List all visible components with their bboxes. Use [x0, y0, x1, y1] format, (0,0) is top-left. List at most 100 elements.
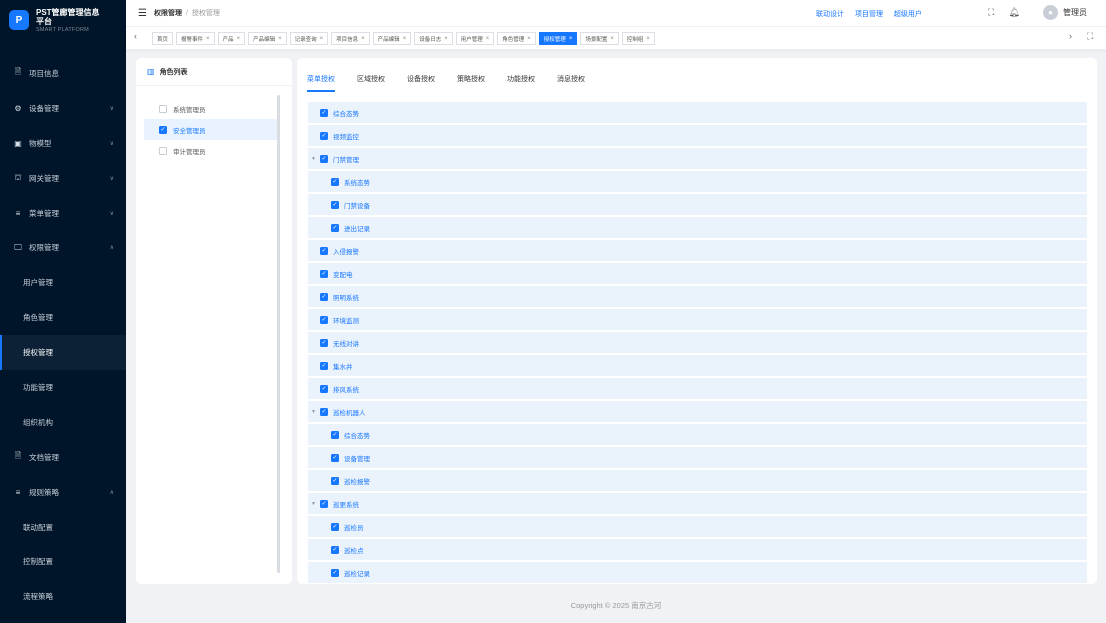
tab[interactable]: 项目信息 ×	[331, 32, 370, 45]
tab[interactable]: 授权管理 ×	[538, 32, 578, 45]
sidebar-item[interactable]: 🗎 文档管理	[0, 440, 126, 475]
sidebar-item[interactable]: 授权管理	[0, 335, 126, 371]
checkbox-checked-icon[interactable]: ✓	[320, 407, 328, 416]
checkbox-checked-icon[interactable]: ✓	[331, 476, 339, 485]
tree-node[interactable]: ▼ ✓ 巡检机器人	[308, 401, 1087, 422]
close-icon[interactable]: ×	[206, 36, 210, 42]
tree-node[interactable]: ✓ 巡检员	[308, 516, 1087, 537]
expand-arrow-icon[interactable]: ▼	[311, 409, 316, 415]
checkbox-checked-icon[interactable]: ✓	[331, 223, 339, 232]
sidebar-item[interactable]: 🗎 项目信息	[0, 56, 126, 91]
tree-node[interactable]: ✓ 综合态势	[308, 102, 1087, 123]
checkbox-checked-icon[interactable]: ✓	[320, 154, 328, 163]
close-icon[interactable]: ×	[610, 36, 614, 42]
tab[interactable]: 首页	[152, 32, 174, 45]
close-icon[interactable]: ×	[486, 36, 490, 42]
checkbox-checked-icon[interactable]: ✓	[320, 269, 328, 278]
checkbox-checked-icon[interactable]: ✓	[331, 568, 339, 577]
sidebar-item[interactable]: 角色管理	[0, 300, 126, 335]
header-link-project-management[interactable]: 项目管理	[855, 11, 883, 18]
bell-icon[interactable]: 🔔︎	[1008, 7, 1019, 17]
close-icon[interactable]: ×	[278, 36, 282, 42]
breadcrumb-parent[interactable]: 权限管理	[154, 10, 182, 17]
auth-tab[interactable]: 设备授权	[407, 74, 435, 92]
checkbox-checked-icon[interactable]: ✓	[331, 430, 339, 439]
tree-node[interactable]: ✓ 巡检点	[308, 539, 1087, 560]
checkbox-icon[interactable]	[159, 104, 167, 113]
fullscreen-icon[interactable]: ⛶	[988, 7, 994, 17]
auth-tab[interactable]: 菜单授权	[307, 74, 335, 92]
tree-node[interactable]: ✓ 变配电	[308, 263, 1087, 284]
close-icon[interactable]: ×	[320, 36, 324, 42]
checkbox-checked-icon[interactable]: ✓	[320, 292, 328, 301]
tree-node[interactable]: ✓ 无线对讲	[308, 332, 1087, 353]
sidebar-item[interactable]: ⛫ 网关管理 ∨	[0, 161, 126, 196]
close-icon[interactable]: ×	[444, 36, 448, 42]
sidebar-item[interactable]: ▣ 物模型 ∨	[0, 126, 126, 161]
auth-tab[interactable]: 策略授权	[457, 74, 485, 92]
tree-node[interactable]: ✓ 综合态势	[308, 424, 1087, 445]
tree-node[interactable]: ✓ 视频监控	[308, 125, 1087, 146]
checkbox-checked-icon[interactable]: ✓	[320, 108, 328, 117]
tree-node[interactable]: ✓ 设备管理	[308, 447, 1087, 468]
role-item[interactable]: 系统管理员	[144, 98, 280, 119]
checkbox-checked-icon[interactable]: ✓	[320, 384, 328, 393]
checkbox-checked-icon[interactable]: ✓	[320, 338, 328, 347]
checkbox-checked-icon[interactable]: ✓	[331, 522, 339, 531]
sidebar-item[interactable]: 功能管理	[0, 370, 126, 405]
logo[interactable]: P PST管廊管理信息 平台 SMART PLATFORM	[0, 0, 126, 40]
tree-node[interactable]: ✓ 系统态势	[308, 171, 1087, 192]
tab[interactable]: 产品编辑 ×	[372, 32, 412, 45]
sidebar-item[interactable]: 组织机构	[0, 405, 126, 440]
header-link-linkage-design[interactable]: 联动设计	[816, 11, 844, 18]
checkbox-checked-icon[interactable]: ✓	[159, 125, 167, 134]
tree-node[interactable]: ✓ 进出记录	[308, 217, 1087, 238]
sidebar-item[interactable]: ⚙ 设备管理 ∨	[0, 91, 126, 126]
sidebar-item[interactable]: 用户管理	[0, 265, 126, 300]
close-icon[interactable]: ×	[237, 36, 241, 42]
sidebar-item[interactable]: 流程策略	[0, 579, 126, 614]
tab[interactable]: 记录查询 ×	[289, 32, 329, 45]
checkbox-checked-icon[interactable]: ✓	[331, 453, 339, 462]
tree-node[interactable]: ✓ 照明系统	[308, 286, 1087, 307]
auth-tab[interactable]: 功能授权	[507, 74, 535, 92]
tab[interactable]: 产品编辑 ×	[248, 32, 287, 45]
user-menu[interactable]: ● 管理员	[1043, 5, 1087, 20]
checkbox-checked-icon[interactable]: ✓	[331, 545, 339, 554]
close-icon[interactable]: ×	[527, 36, 531, 42]
tabs-next-icon[interactable]: ›	[1069, 31, 1072, 41]
tree-node[interactable]: ✓ 门禁设备	[308, 194, 1087, 215]
auth-tab[interactable]: 消息授权	[557, 74, 585, 92]
tree-node[interactable]: ✓ 巡检记录	[308, 562, 1087, 583]
header-link-super-user[interactable]: 超级用户	[894, 11, 922, 18]
checkbox-checked-icon[interactable]: ✓	[320, 499, 328, 508]
close-icon[interactable]: ×	[569, 36, 573, 42]
role-item[interactable]: ✓ 安全管理员	[144, 119, 280, 140]
tab[interactable]: 角色管理 ×	[497, 32, 536, 45]
tab[interactable]: 设备日志 ×	[414, 32, 453, 45]
sidebar-item[interactable]: ≡ 菜单管理 ∨	[0, 196, 126, 231]
auth-tab[interactable]: 区域授权	[357, 74, 385, 92]
sidebar-item[interactable]: 控制配置	[0, 544, 126, 579]
checkbox-icon[interactable]	[159, 146, 167, 155]
tree-node[interactable]: ✓ 环境监测	[308, 309, 1087, 330]
sidebar-item[interactable]: ≡ 规则策略 ∧	[0, 475, 126, 510]
checkbox-checked-icon[interactable]: ✓	[331, 200, 339, 209]
tree-node[interactable]: ✓ 集水井	[308, 355, 1087, 376]
sidebar-item[interactable]: 🖵 权限管理 ∧	[0, 230, 126, 265]
tree-node[interactable]: ▼ ✓ 门禁管理	[308, 148, 1087, 169]
tab[interactable]: 产品 ×	[217, 32, 246, 45]
tree-node[interactable]: ▼ ✓ 巡更系统	[308, 493, 1087, 514]
role-list-scrollbar[interactable]	[277, 95, 280, 573]
tabs-fullscreen-icon[interactable]: ⛶	[1087, 31, 1093, 42]
tab[interactable]: 场景配置 ×	[580, 32, 619, 45]
expand-arrow-icon[interactable]: ▼	[311, 156, 316, 162]
tab[interactable]: 控制组 ×	[621, 32, 655, 45]
close-icon[interactable]: ×	[361, 36, 365, 42]
tree-node[interactable]: ✓ 排风系统	[308, 378, 1087, 399]
close-icon[interactable]: ×	[403, 36, 407, 42]
tab[interactable]: 用户管理 ×	[455, 32, 495, 45]
tree-node[interactable]: ✓ 巡检报警	[308, 470, 1087, 491]
checkbox-checked-icon[interactable]: ✓	[320, 131, 328, 140]
expand-arrow-icon[interactable]: ▼	[311, 501, 316, 507]
